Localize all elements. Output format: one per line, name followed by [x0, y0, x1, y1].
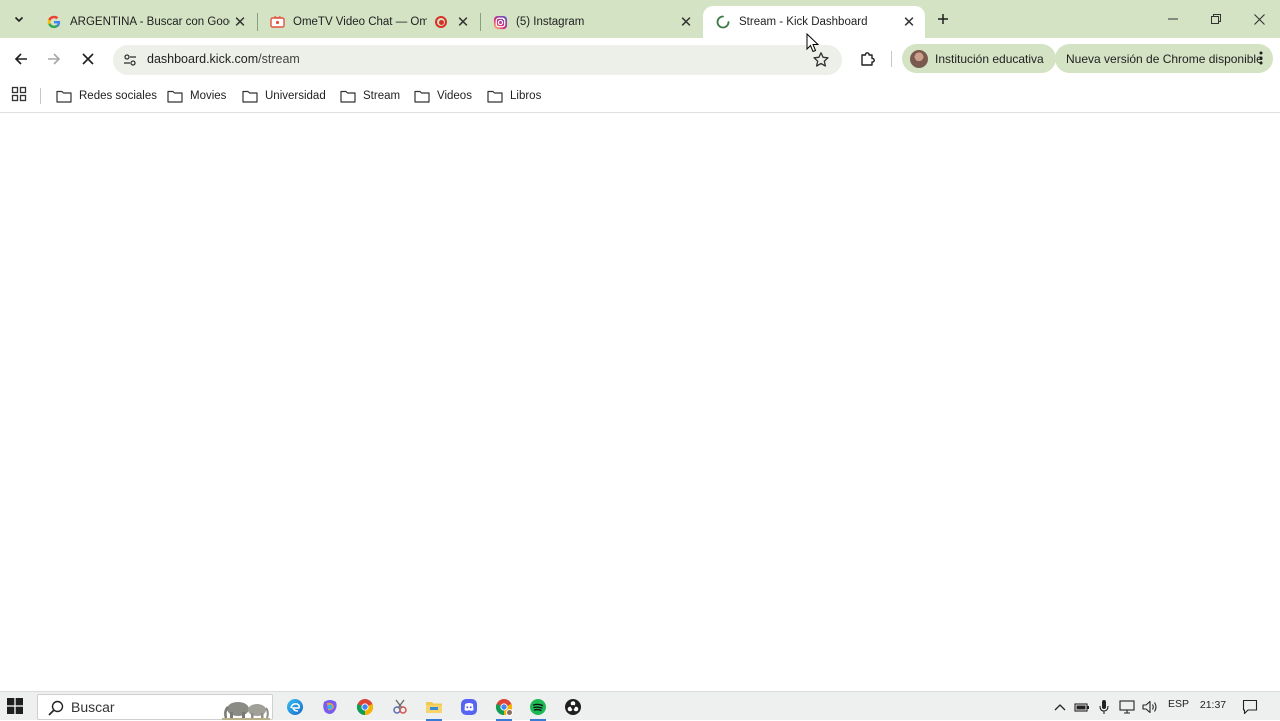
close-tab-icon[interactable]: ✕: [676, 12, 696, 32]
new-tab-button[interactable]: [932, 8, 954, 30]
update-label: Nueva versión de Chrome disponible: [1066, 51, 1263, 66]
tab-search-button[interactable]: [7, 7, 31, 31]
restore-icon: [1211, 14, 1221, 24]
bookmark-label: Movies: [190, 90, 227, 102]
more-vert-icon[interactable]: [1259, 50, 1263, 69]
chrome-update-button[interactable]: Nueva versión de Chrome disponible: [1055, 44, 1273, 73]
profile-label: Institución educativa: [935, 51, 1044, 66]
stop-icon: [82, 53, 94, 65]
extensions-button[interactable]: [856, 46, 880, 70]
tray-battery-icon[interactable]: [1071, 696, 1093, 718]
folder-icon: [242, 90, 258, 103]
tab-title: ARGENTINA - Buscar con Google: [70, 16, 230, 28]
search-icon: [48, 700, 64, 716]
stop-loading-button[interactable]: [75, 46, 101, 72]
url-path: /stream: [258, 52, 300, 66]
tray-clock[interactable]: 21:37: [1193, 699, 1233, 711]
site-settings-icon[interactable]: [120, 50, 140, 70]
minimize-button[interactable]: [1151, 0, 1195, 38]
browser-toolbar: dashboard.kick.com/stream Institución ed…: [0, 38, 1280, 79]
forward-button[interactable]: [41, 46, 67, 72]
chevron-down-icon: [14, 16, 24, 23]
url-domain: dashboard.kick.com: [147, 52, 259, 66]
tab-ometv[interactable]: OmeTV Video Chat — Omegle ✕: [257, 6, 479, 38]
taskbar-chrome-active-icon[interactable]: [493, 696, 515, 721]
folder-icon: [56, 90, 72, 103]
google-icon: [46, 14, 62, 30]
folder-icon: [487, 90, 503, 103]
address-bar[interactable]: dashboard.kick.com/stream: [113, 45, 842, 75]
bookmark-folder-videos[interactable]: Videos: [414, 85, 472, 107]
arrow-right-icon: [48, 53, 61, 65]
recording-icon: [435, 16, 447, 28]
taskbar-file-explorer-icon[interactable]: [423, 696, 445, 721]
taskbar-snipping-tool-icon[interactable]: [389, 696, 411, 718]
taskbar-search-box[interactable]: Buscar: [37, 694, 273, 720]
profile-button[interactable]: Institución educativa: [902, 44, 1056, 73]
puzzle-icon: [860, 51, 875, 66]
restore-button[interactable]: [1194, 0, 1238, 38]
tab-title: Stream - Kick Dashboard: [739, 16, 868, 28]
plus-icon: [938, 14, 948, 24]
tray-network-icon[interactable]: [1116, 696, 1138, 718]
page-content: [0, 114, 1280, 691]
folder-icon: [167, 90, 183, 103]
avatar: [910, 49, 928, 68]
bookmark-folder-redes-sociales[interactable]: Redes sociales: [56, 85, 157, 107]
close-tab-icon[interactable]: ✕: [453, 12, 473, 32]
bookmark-label: Universidad: [265, 90, 326, 102]
elephants-illustration-icon: [222, 702, 270, 720]
taskbar-discord-icon[interactable]: [458, 696, 480, 718]
bookmark-folder-movies[interactable]: Movies: [167, 85, 226, 107]
taskbar-edge-icon[interactable]: [284, 696, 306, 718]
bookmark-folder-stream[interactable]: Stream: [340, 85, 400, 107]
bookmark-label: Libros: [510, 90, 542, 102]
windows-start-icon[interactable]: [7, 698, 23, 714]
tab-strip: ARGENTINA - Buscar con Google ✕ OmeTV Vi…: [0, 0, 1280, 38]
taskbar-spotify-icon[interactable]: [527, 696, 549, 721]
windows-taskbar: Buscar ESP 21:37: [0, 691, 1280, 721]
close-icon: [1253, 13, 1265, 25]
toolbar-divider: [891, 51, 892, 67]
tab-title: OmeTV Video Chat — Omegle: [293, 16, 427, 28]
bookmark-label: Videos: [437, 90, 472, 102]
ometv-icon: [269, 14, 285, 30]
folder-icon: [340, 90, 356, 103]
tray-microphone-icon[interactable]: [1093, 696, 1115, 718]
bookmark-label: Redes sociales: [79, 90, 157, 102]
taskbar-chrome-icon[interactable]: [354, 696, 376, 718]
bookmark-folder-libros[interactable]: Libros: [487, 85, 541, 107]
instagram-icon: [492, 14, 508, 30]
tray-volume-icon[interactable]: [1139, 696, 1161, 718]
back-button[interactable]: [8, 46, 34, 72]
folder-icon: [414, 90, 430, 103]
url-text[interactable]: dashboard.kick.com/stream: [147, 52, 300, 66]
tab-instagram[interactable]: (5) Instagram ✕: [480, 6, 702, 38]
tray-overflow-chevron-up-icon[interactable]: [1049, 696, 1071, 718]
bookmark-label: Stream: [363, 90, 401, 102]
tab-google-search[interactable]: ARGENTINA - Buscar con Google ✕: [34, 6, 256, 38]
bookmark-folder-universidad[interactable]: Universidad: [242, 85, 326, 107]
search-placeholder: Buscar: [71, 699, 115, 715]
arrow-left-icon: [14, 53, 27, 65]
tray-language[interactable]: ESP: [1168, 698, 1189, 710]
mouse-cursor-icon: [806, 33, 820, 53]
tray-notifications-icon[interactable]: [1239, 696, 1261, 718]
bookmarks-divider: [40, 88, 41, 104]
close-window-button[interactable]: [1237, 0, 1280, 38]
close-tab-icon[interactable]: ✕: [230, 12, 250, 32]
apps-grid-icon[interactable]: [11, 86, 27, 102]
close-tab-icon[interactable]: ✕: [899, 12, 919, 32]
tab-title: (5) Instagram: [516, 16, 585, 28]
bookmark-star-icon[interactable]: [812, 51, 830, 69]
minimize-icon: [1168, 18, 1178, 20]
loading-spinner-icon: [715, 14, 731, 30]
bookmarks-bar: Redes sociales Movies Universidad Stream…: [0, 79, 1280, 113]
taskbar-obs-icon[interactable]: [562, 696, 584, 718]
taskbar-copilot-icon[interactable]: [319, 696, 341, 718]
